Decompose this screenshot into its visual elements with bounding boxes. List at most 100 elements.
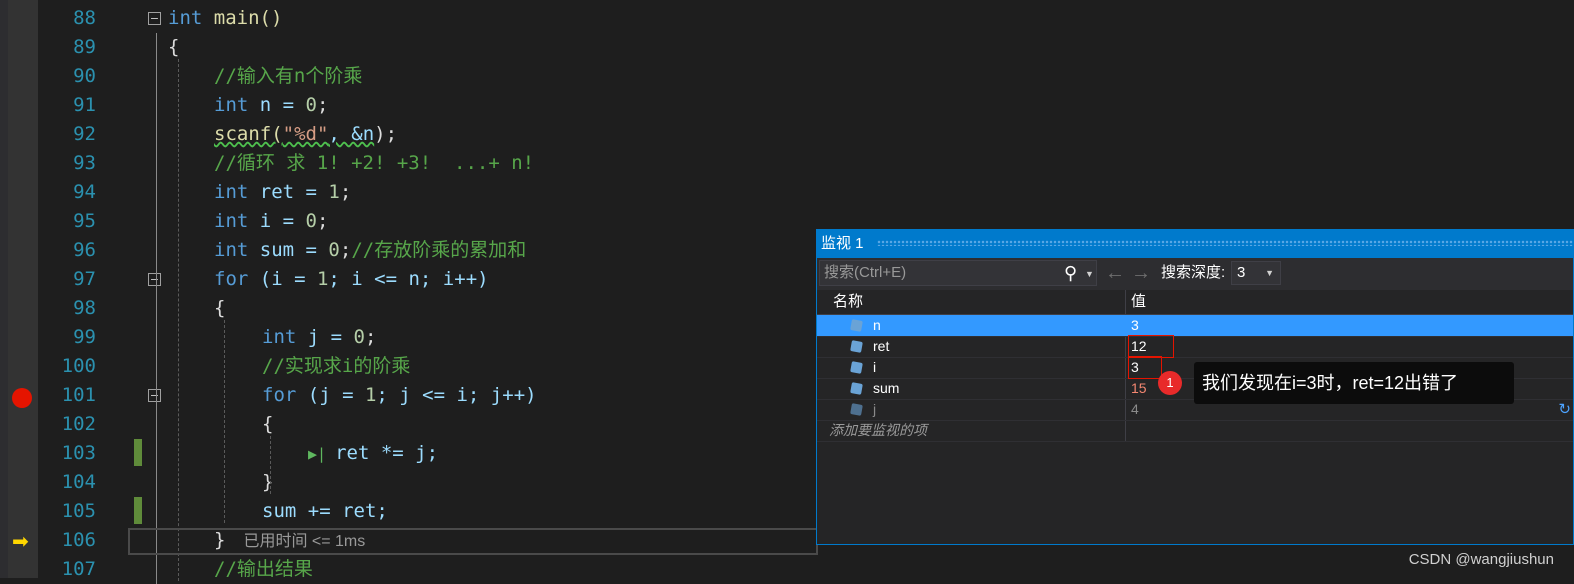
watch-row-value[interactable]: 3 bbox=[1129, 315, 1139, 336]
code-token: int bbox=[168, 7, 203, 29]
code-token: n = bbox=[248, 94, 306, 116]
watch-row-name: ret bbox=[873, 338, 890, 354]
watch-grid-header: 名称 值 bbox=[817, 290, 1573, 315]
code-text: { bbox=[168, 33, 179, 62]
code-token: 0 bbox=[305, 94, 317, 116]
line-number: 106 bbox=[61, 529, 96, 551]
code-text: for (j = 1; j <= i; j++) bbox=[262, 381, 537, 410]
annotation-callout: 我们发现在i=3时，ret=12出错了 bbox=[1194, 362, 1514, 404]
watch-title-bar[interactable]: 监视 1 bbox=[817, 230, 1573, 258]
variable-icon bbox=[850, 340, 863, 353]
code-line[interactable]: 92 scanf("%d", &n); bbox=[38, 120, 1574, 149]
variable-icon bbox=[850, 361, 863, 374]
code-token: 1 bbox=[316, 268, 329, 290]
code-text: //输入有n个阶乘 bbox=[214, 62, 362, 91]
column-name-header[interactable]: 名称 bbox=[833, 290, 863, 314]
code-text: //循环 求 1! +2! +3! ...+ n! bbox=[214, 149, 534, 178]
code-text: { bbox=[214, 294, 225, 323]
code-token: //输入有n个阶乘 bbox=[214, 65, 363, 87]
code-line[interactable]: 90 //输入有n个阶乘 bbox=[38, 62, 1574, 91]
variable-icon bbox=[850, 382, 863, 395]
watermark: CSDN @wangjiushun bbox=[1408, 551, 1554, 568]
code-token: for bbox=[214, 268, 249, 290]
code-token: sum = bbox=[248, 239, 329, 261]
line-number: 99 bbox=[73, 326, 96, 348]
search-placeholder: 搜索(Ctrl+E) bbox=[824, 264, 907, 281]
line-number: 101 bbox=[61, 384, 96, 406]
collapse-icon[interactable]: − bbox=[148, 273, 161, 286]
watch-row-value[interactable]: 12 bbox=[1128, 335, 1174, 358]
add-watch-row[interactable]: 添加要监视的项 bbox=[817, 420, 1573, 442]
add-watch-placeholder[interactable]: 添加要监视的项 bbox=[829, 420, 927, 441]
code-text: ▶| ret *= j; bbox=[308, 439, 438, 469]
line-number: 105 bbox=[61, 500, 96, 522]
indent-guide bbox=[178, 59, 179, 581]
line-number: 103 bbox=[61, 442, 96, 464]
line-number: 96 bbox=[73, 239, 96, 261]
code-line[interactable]: 89 { bbox=[38, 33, 1574, 62]
line-number: 94 bbox=[73, 181, 96, 203]
code-line[interactable]: 91 int n = 0; bbox=[38, 91, 1574, 120]
search-icon[interactable]: ⚲ bbox=[1064, 261, 1077, 285]
watch-row-name: j bbox=[873, 401, 877, 417]
watch-row-value[interactable]: 4 bbox=[1129, 399, 1139, 420]
line-number: 88 bbox=[73, 7, 96, 29]
code-token: { bbox=[262, 413, 274, 435]
change-marker bbox=[134, 497, 142, 524]
search-depth-select[interactable]: 3 ▼ bbox=[1231, 261, 1281, 285]
watch-row-value[interactable]: 3 bbox=[1128, 356, 1162, 379]
collapse-icon[interactable]: − bbox=[148, 389, 161, 402]
search-depth-label: 搜索深度: bbox=[1161, 264, 1226, 281]
code-text: for (i = 1; i <= n; i++) bbox=[214, 265, 489, 294]
step-glyph-icon: ▶| bbox=[308, 445, 336, 463]
code-token: ret *= j; bbox=[335, 442, 439, 464]
title-grip bbox=[877, 240, 1573, 246]
code-text: int i = 0; bbox=[214, 207, 328, 236]
code-token: int bbox=[262, 326, 297, 348]
collapse-icon[interactable]: − bbox=[148, 12, 161, 25]
variable-icon bbox=[850, 403, 863, 416]
code-token: int bbox=[214, 210, 249, 232]
code-line[interactable]: 107 //输出结果 bbox=[38, 555, 1574, 584]
watch-toolbar: 搜索(Ctrl+E) ⚲ ▼ ← → 搜索深度: 3 ▼ bbox=[817, 258, 1573, 290]
watch-row-value[interactable]: 15 bbox=[1129, 378, 1147, 399]
line-number: 93 bbox=[73, 152, 96, 174]
code-line[interactable]: 93 //循环 求 1! +2! +3! ...+ n! bbox=[38, 149, 1574, 178]
code-token: int bbox=[214, 239, 249, 261]
watch-row[interactable]: ret 12 bbox=[817, 335, 1573, 358]
breakpoint-gutter[interactable] bbox=[8, 0, 38, 578]
breakpoint-icon[interactable] bbox=[12, 388, 32, 408]
annotation-number-badge: 1 bbox=[1158, 371, 1182, 395]
code-token: //实现求i的阶乘 bbox=[262, 355, 411, 377]
line-number: 89 bbox=[73, 36, 96, 58]
code-token: ; bbox=[339, 239, 352, 261]
chevron-down-icon[interactable]: ▼ bbox=[1085, 262, 1094, 286]
watch-row[interactable]: n 3 bbox=[817, 315, 1573, 337]
code-text: scanf("%d", &n); bbox=[214, 120, 397, 149]
code-token: ; j <= i; j++) bbox=[376, 384, 537, 406]
column-value-header[interactable]: 值 bbox=[1131, 290, 1146, 314]
watch-row-name: sum bbox=[873, 380, 900, 396]
watch-search-input[interactable]: 搜索(Ctrl+E) ⚲ ▼ bbox=[819, 260, 1097, 286]
code-token: , &n bbox=[328, 123, 375, 145]
watch-title: 监视 1 bbox=[821, 235, 864, 252]
code-token: ; bbox=[364, 326, 377, 348]
code-token: ); bbox=[374, 123, 398, 145]
code-token: sum += ret; bbox=[262, 500, 388, 522]
code-text: int j = 0; bbox=[262, 323, 376, 352]
code-token: 0 bbox=[328, 239, 340, 261]
refresh-icon[interactable]: ↻ bbox=[1558, 399, 1571, 420]
code-token: { bbox=[214, 297, 226, 319]
code-token: ; i <= n; i++) bbox=[328, 268, 489, 290]
forward-arrow-icon[interactable]: → bbox=[1131, 260, 1151, 286]
line-number: 100 bbox=[61, 355, 96, 377]
code-line[interactable]: 94 int ret = 1; bbox=[38, 178, 1574, 207]
code-line[interactable]: 88 int main() bbox=[38, 4, 1574, 33]
code-token: //存放阶乘的累加和 bbox=[351, 239, 527, 261]
code-token: 1 bbox=[328, 181, 340, 203]
code-token: int bbox=[214, 94, 249, 116]
back-arrow-icon[interactable]: ← bbox=[1105, 260, 1125, 286]
change-marker bbox=[134, 439, 142, 466]
line-number: 90 bbox=[73, 65, 96, 87]
chevron-down-icon: ▼ bbox=[1265, 268, 1274, 278]
